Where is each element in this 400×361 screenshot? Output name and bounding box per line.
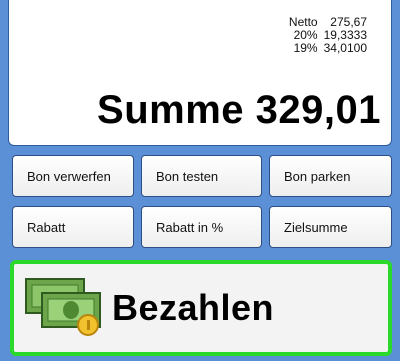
target-sum-button[interactable]: Zielsumme xyxy=(269,206,392,248)
test-receipt-label: Bon testen xyxy=(156,168,219,184)
discard-receipt-button[interactable]: Bon verwerfen xyxy=(12,155,134,197)
tax-row-value: 34,0100 xyxy=(323,41,367,55)
discount-label: Rabatt xyxy=(27,219,66,235)
park-receipt-button[interactable]: Bon parken xyxy=(269,155,392,197)
pay-button[interactable]: Bezahlen xyxy=(10,260,392,356)
pay-label: Bezahlen xyxy=(112,287,275,328)
discount-button[interactable]: Rabatt xyxy=(12,206,134,248)
tax-row-19: 19% 34,0100 xyxy=(289,42,367,55)
target-sum-label: Zielsumme xyxy=(284,219,348,235)
totals-panel: Netto 275,67 20% 19,3333 19% 34,0100 Sum… xyxy=(8,0,392,146)
discount-percent-button[interactable]: Rabatt in % xyxy=(141,206,262,248)
sum-value: 329,01 xyxy=(255,88,381,132)
discard-receipt-label: Bon verwerfen xyxy=(27,168,111,184)
discount-percent-label: Rabatt in % xyxy=(156,219,224,235)
sum-label: Summe xyxy=(97,88,245,132)
tax-row-label: 19% xyxy=(293,41,318,55)
park-receipt-label: Bon parken xyxy=(284,168,351,184)
test-receipt-button[interactable]: Bon testen xyxy=(141,155,262,197)
tax-summary-table: Netto 275,67 20% 19,3333 19% 34,0100 xyxy=(289,16,367,55)
total-sum: Summe 329,01 xyxy=(97,88,381,133)
money-icon xyxy=(25,278,101,336)
